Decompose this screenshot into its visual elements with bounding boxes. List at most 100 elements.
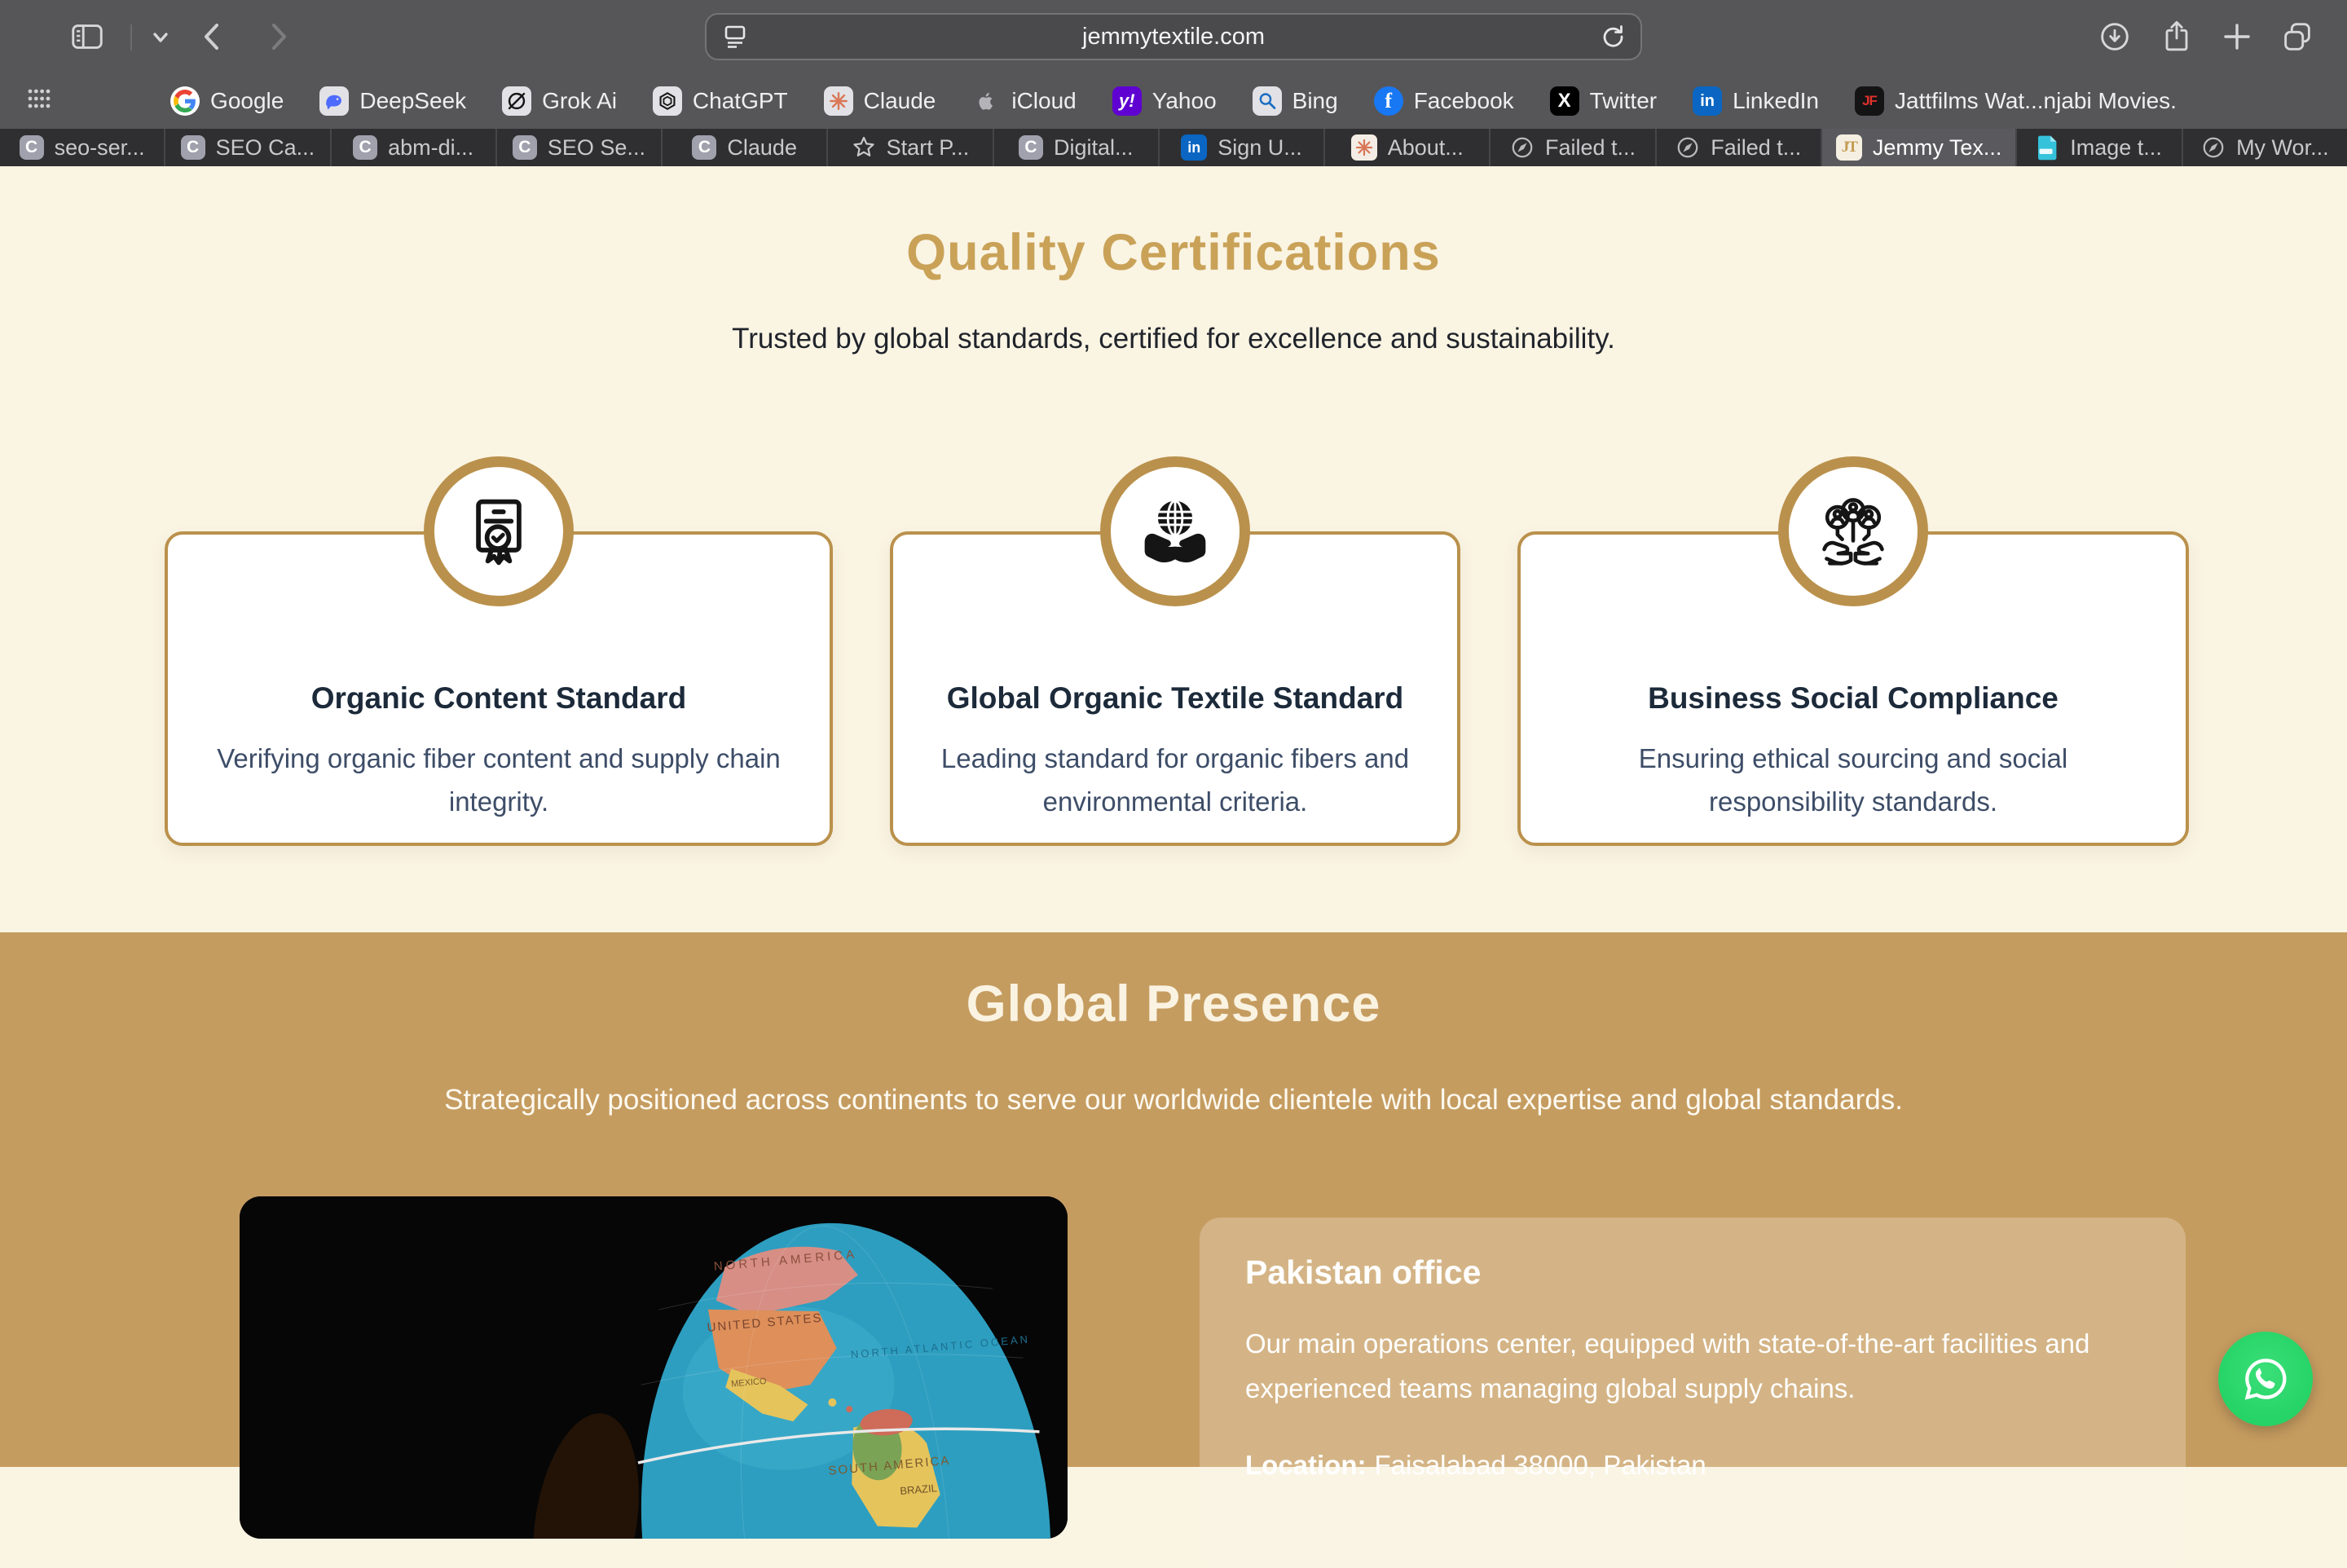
tab-label: Sign U... xyxy=(1218,135,1302,161)
reader-view-icon xyxy=(723,24,747,50)
compass-icon xyxy=(1510,135,1535,160)
bing-icon xyxy=(1253,86,1282,116)
forward-button[interactable] xyxy=(254,0,302,73)
favorite-label: DeepSeek xyxy=(359,88,466,114)
favorite-grok[interactable]: Grok Ai xyxy=(502,86,617,116)
chevron-down-icon xyxy=(148,24,173,49)
tab-claude[interactable]: C Claude xyxy=(663,129,828,166)
quality-certifications-section: Quality Certifications Trusted by global… xyxy=(0,166,2347,932)
address-bar[interactable]: jemmytextile.com xyxy=(705,13,1642,60)
favorite-label: Google xyxy=(210,88,284,114)
globe-photo: NORTH AMERICA UNITED STATES MEXICO NORTH… xyxy=(240,1196,1068,1539)
tab-overview-button[interactable] xyxy=(2274,0,2321,73)
people-in-hands-icon xyxy=(1816,494,1891,569)
jemmy-monogram-favicon: JT xyxy=(1836,134,1862,161)
chatgpt-icon xyxy=(653,86,682,116)
whatsapp-icon xyxy=(2239,1353,2292,1405)
card-description: Leading standard for organic fibers and … xyxy=(926,737,1424,823)
grok-icon xyxy=(502,86,531,116)
favorite-label: Claude xyxy=(864,88,936,114)
jattfilms-icon: JF xyxy=(1855,86,1884,116)
office-body: Our main operations center, equipped wit… xyxy=(1245,1321,2140,1411)
certifications-subtitle: Trusted by global standards, certified f… xyxy=(0,323,2347,355)
favorite-yahoo[interactable]: y! Yahoo xyxy=(1112,86,1217,116)
linkedin-favicon: in xyxy=(1181,134,1207,161)
google-icon xyxy=(170,86,200,116)
tab-seo-se[interactable]: C SEO Se... xyxy=(497,129,663,166)
frequently-visited-grid-icon[interactable] xyxy=(27,88,51,109)
card-global-organic-textile-standard: Global Organic Textile Standard Leading … xyxy=(890,531,1460,846)
people-hands-icon-circle xyxy=(1778,456,1928,606)
claude-spark-favicon xyxy=(1351,134,1377,161)
x-twitter-icon: X xyxy=(1550,86,1579,116)
tab-label: seo-ser... xyxy=(55,135,145,161)
tab-about[interactable]: About... xyxy=(1325,129,1491,166)
toolbar-divider xyxy=(130,24,132,51)
favorites-bar: Google DeepSeek Grok Ai xyxy=(0,73,2347,129)
claude-favicon: C xyxy=(353,135,377,160)
download-icon xyxy=(2096,18,2133,55)
favorite-google[interactable]: Google xyxy=(170,86,284,116)
certifications-heading: Quality Certifications xyxy=(0,166,2347,282)
global-presence-subtitle: Strategically positioned across continen… xyxy=(0,1084,2347,1117)
certification-cards-row: Organic Content Standard Verifying organ… xyxy=(165,531,2189,846)
webp-file-icon xyxy=(2037,134,2059,161)
favorite-linkedin[interactable]: in LinkedIn xyxy=(1693,86,1819,116)
favorite-label: Facebook xyxy=(1414,88,1514,114)
tab-digital[interactable]: C Digital... xyxy=(994,129,1160,166)
back-button[interactable] xyxy=(189,0,236,73)
tab-seo-ser[interactable]: C seo-ser... xyxy=(0,129,165,166)
new-tab-button[interactable] xyxy=(2213,0,2261,73)
favorite-deepseek[interactable]: DeepSeek xyxy=(319,86,466,116)
favorite-chatgpt[interactable]: ChatGPT xyxy=(653,86,788,116)
favorite-label: Bing xyxy=(1292,88,1338,114)
browser-toolbar: jemmytextile.com xyxy=(0,0,2347,73)
tab-label: SEO Se... xyxy=(548,135,645,161)
card-title: Business Social Compliance xyxy=(1553,681,2153,716)
favorite-label: ChatGPT xyxy=(693,88,788,114)
share-icon xyxy=(2158,18,2195,55)
tab-image-t[interactable]: Image t... xyxy=(2017,129,2182,166)
card-title: Organic Content Standard xyxy=(200,681,797,716)
sidebar-dropdown-button[interactable] xyxy=(140,0,181,73)
tab-start-page[interactable]: Start P... xyxy=(828,129,993,166)
favorite-twitter[interactable]: X Twitter xyxy=(1550,86,1657,116)
globe-in-hands-icon xyxy=(1138,494,1213,569)
sidebar-toggle-button[interactable] xyxy=(64,0,111,73)
favorite-label: Yahoo xyxy=(1152,88,1217,114)
tab-label: Failed t... xyxy=(1545,135,1636,161)
tab-bar: C seo-ser... C SEO Ca... C abm-di... C S… xyxy=(0,129,2347,166)
compass-icon xyxy=(1675,135,1700,160)
tab-label: Digital... xyxy=(1054,135,1134,161)
tab-failed-2[interactable]: Failed t... xyxy=(1657,129,1822,166)
deepseek-icon xyxy=(319,86,349,116)
favorite-jattfilms[interactable]: JF Jattfilms Wat...njabi Movies. xyxy=(1855,86,2177,116)
claude-favicon: C xyxy=(513,135,537,160)
back-chevron-icon xyxy=(196,20,229,53)
reload-icon[interactable] xyxy=(1600,24,1626,50)
tab-failed-1[interactable]: Failed t... xyxy=(1491,129,1656,166)
tab-label: Image t... xyxy=(2070,135,2162,161)
claude-icon xyxy=(824,86,853,116)
tab-my-wor[interactable]: My Wor... xyxy=(2183,129,2347,166)
card-organic-content-standard: Organic Content Standard Verifying organ… xyxy=(165,531,833,846)
tab-sign-u[interactable]: in Sign U... xyxy=(1160,129,1325,166)
claude-favicon: C xyxy=(692,135,716,160)
apple-icon xyxy=(971,86,1001,116)
pakistan-office-card: Pakistan office Our main operations cent… xyxy=(1200,1218,2186,1568)
favorite-facebook[interactable]: f Facebook xyxy=(1374,86,1514,116)
tab-seo-ca[interactable]: C SEO Ca... xyxy=(165,129,331,166)
sidebar-icon xyxy=(68,18,106,55)
favorite-bing[interactable]: Bing xyxy=(1253,86,1338,116)
globe-illustration: NORTH AMERICA UNITED STATES MEXICO NORTH… xyxy=(240,1196,1068,1539)
favorite-claude[interactable]: Claude xyxy=(824,86,936,116)
tab-label: My Wor... xyxy=(2236,135,2329,161)
favorite-icloud[interactable]: iCloud xyxy=(971,86,1076,116)
tab-abm-di[interactable]: C abm-di... xyxy=(332,129,497,166)
share-button[interactable] xyxy=(2153,0,2200,73)
tab-jemmy-textile-active[interactable]: JT Jemmy Tex... xyxy=(1822,129,2018,166)
downloads-button[interactable] xyxy=(2091,0,2138,73)
whatsapp-button[interactable] xyxy=(2218,1332,2313,1426)
url-text: jemmytextile.com xyxy=(707,24,1640,51)
card-description: Ensuring ethical sourcing and social res… xyxy=(1564,737,2142,823)
